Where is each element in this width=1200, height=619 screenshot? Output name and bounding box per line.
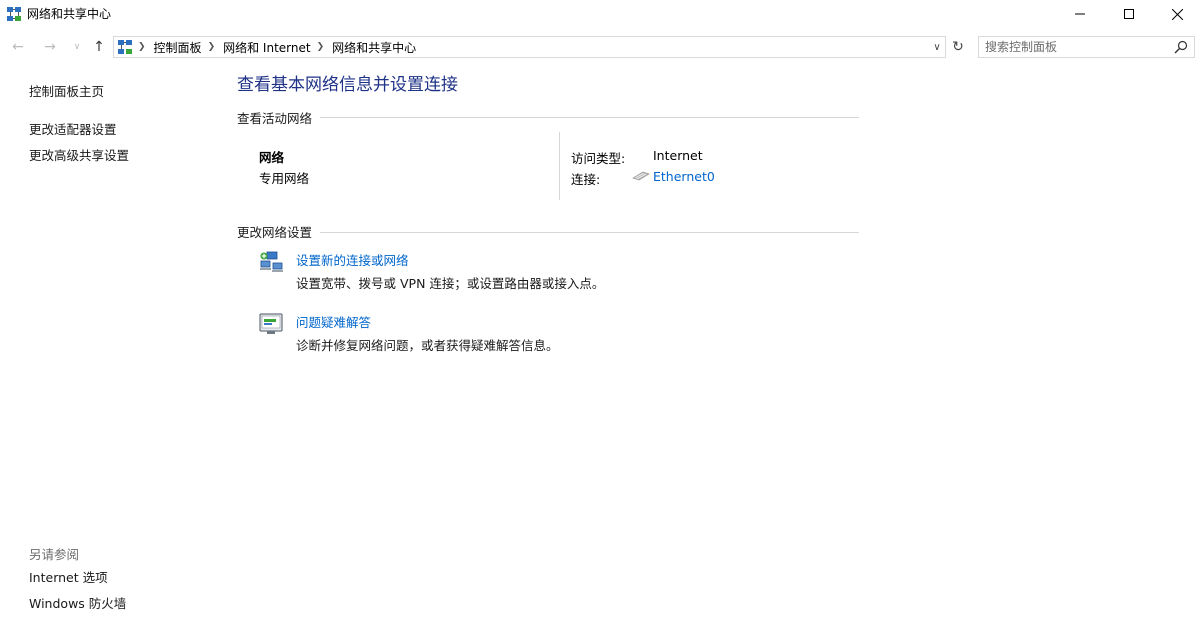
active-networks-heading: 查看活动网络 <box>237 111 313 126</box>
access-type-value: Internet <box>653 148 703 163</box>
minimize-icon <box>1075 13 1085 15</box>
breadcrumb-network-internet[interactable]: 网络和 Internet <box>223 39 310 56</box>
access-type-label: 访问类型: <box>571 151 626 166</box>
vertical-divider <box>559 132 560 200</box>
arrow-right-icon: → <box>44 39 56 55</box>
back-button[interactable]: ← <box>8 35 28 59</box>
connection-label: 连接: <box>571 172 601 187</box>
address-bar[interactable]: ❯ 控制面板 ❯ 网络和 Internet ❯ 网络和共享中心 <box>113 36 946 58</box>
title-bar: 网络和共享中心 <box>0 0 1200 30</box>
control-panel-home-link[interactable]: 控制面板主页 <box>29 84 104 100</box>
new-connection-icon <box>260 251 283 272</box>
recent-locations-button[interactable]: ∨ <box>70 35 84 59</box>
minimize-button[interactable] <box>1057 0 1103 28</box>
ethernet-icon <box>632 171 650 181</box>
address-dropdown-button[interactable]: ∨ <box>929 36 945 58</box>
chevron-down-icon: ∨ <box>933 41 941 53</box>
chevron-right-icon[interactable]: ❯ <box>208 42 216 52</box>
search-icon[interactable] <box>1174 40 1188 54</box>
troubleshoot-icon <box>259 313 283 334</box>
chevron-right-icon[interactable]: ❯ <box>317 42 325 52</box>
up-button[interactable]: ↑ <box>89 35 109 59</box>
maximize-icon <box>1124 9 1134 19</box>
page-title: 查看基本网络信息并设置连接 <box>237 75 458 95</box>
see-also-title: 另请参阅 <box>29 547 80 562</box>
setup-new-connection-description: 设置宽带、拨号或 VPN 连接；或设置路由器或接入点。 <box>296 276 605 291</box>
window-title: 网络和共享中心 <box>27 7 112 21</box>
forward-button[interactable]: → <box>40 35 60 59</box>
section-divider <box>320 232 859 233</box>
control-panel-icon <box>118 40 132 54</box>
section-divider <box>320 117 859 118</box>
maximize-button[interactable] <box>1106 0 1152 28</box>
change-settings-heading: 更改网络设置 <box>237 225 313 240</box>
network-center-icon <box>7 7 21 21</box>
change-advanced-sharing-link[interactable]: 更改高级共享设置 <box>29 148 129 164</box>
refresh-button[interactable]: ↻ <box>948 36 968 58</box>
network-name: 网络 <box>259 150 285 165</box>
arrow-left-icon: ← <box>12 39 24 55</box>
arrow-up-icon: ↑ <box>93 39 105 55</box>
refresh-icon: ↻ <box>952 39 964 55</box>
chevron-down-icon: ∨ <box>73 42 81 52</box>
network-type-link[interactable]: 专用网络 <box>259 168 309 187</box>
setup-new-connection-link[interactable]: 设置新的连接或网络 <box>296 250 409 269</box>
chevron-right-icon[interactable]: ❯ <box>138 42 146 52</box>
breadcrumb-control-panel[interactable]: 控制面板 <box>154 39 202 56</box>
change-adapter-settings-link[interactable]: 更改适配器设置 <box>29 122 117 138</box>
breadcrumb: ❯ 控制面板 ❯ 网络和 Internet ❯ 网络和共享中心 <box>138 37 416 57</box>
windows-firewall-link[interactable]: Windows 防火墙 <box>29 596 126 612</box>
ethernet-connection-link[interactable]: Ethernet0 <box>653 169 715 184</box>
search-input[interactable] <box>985 39 1165 55</box>
breadcrumb-network-sharing-center[interactable]: 网络和共享中心 <box>332 39 416 56</box>
search-box[interactable] <box>978 36 1195 58</box>
troubleshoot-problems-link[interactable]: 问题疑难解答 <box>296 312 371 331</box>
internet-options-link[interactable]: Internet 选项 <box>29 570 108 586</box>
troubleshoot-problems-description: 诊断并修复网络问题，或者获得疑难解答信息。 <box>296 338 559 353</box>
close-button[interactable] <box>1154 0 1200 28</box>
close-icon <box>1171 8 1183 20</box>
